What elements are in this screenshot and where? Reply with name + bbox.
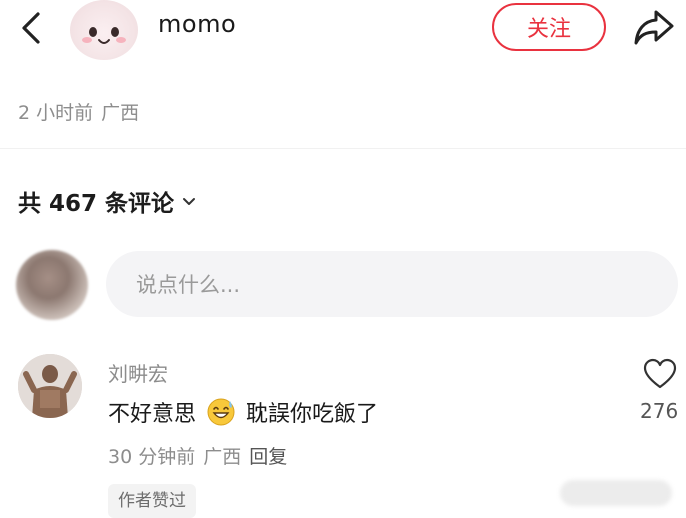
commenter-name[interactable]: 刘畊宏 xyxy=(108,358,168,387)
post-time: 2 小时前 xyxy=(18,102,94,124)
like-button[interactable] xyxy=(643,358,677,390)
chevron-left-icon xyxy=(22,12,40,44)
reply-button[interactable]: 回复 xyxy=(249,446,287,468)
post-location: 广西 xyxy=(101,102,140,124)
comment-meta: 30 分钟前 广西 回复 xyxy=(108,442,295,469)
author-avatar[interactable] xyxy=(70,0,138,60)
commenter-avatar[interactable] xyxy=(18,354,82,418)
heart-icon xyxy=(643,358,677,389)
person-photo-icon xyxy=(18,354,82,418)
cute-face-icon xyxy=(82,27,126,44)
comments-count-toggle[interactable]: 共 467 条评论 xyxy=(18,184,198,218)
author-liked-badge: 作者赞过 xyxy=(108,484,196,518)
comment-input[interactable]: 说点什么... xyxy=(106,251,678,317)
divider xyxy=(0,148,686,149)
comment-input-placeholder: 说点什么... xyxy=(136,273,241,297)
like-count: 276 xyxy=(640,399,679,423)
post-meta: 2 小时前 广西 xyxy=(18,98,147,125)
share-arrow-icon xyxy=(634,10,674,45)
comment-text-part1: 不好意思 xyxy=(108,402,197,427)
my-avatar xyxy=(16,250,88,320)
comment-time: 30 分钟前 xyxy=(108,446,196,468)
follow-button[interactable]: 关注 xyxy=(492,3,606,51)
comment-location: 广西 xyxy=(203,446,242,468)
chevron-down-icon xyxy=(183,198,196,205)
author-name[interactable]: momo xyxy=(158,10,236,38)
comment-text-part2: 耽誤你吃飯了 xyxy=(246,402,379,427)
comments-count-label: 共 467 条评论 xyxy=(18,191,175,217)
back-button[interactable] xyxy=(14,8,50,48)
grinning-sweat-emoji-icon xyxy=(207,398,235,426)
comment-text: 不好意思 耽誤你吃飯了 xyxy=(108,396,378,428)
blurred-content xyxy=(560,480,672,506)
share-button[interactable] xyxy=(632,6,676,48)
